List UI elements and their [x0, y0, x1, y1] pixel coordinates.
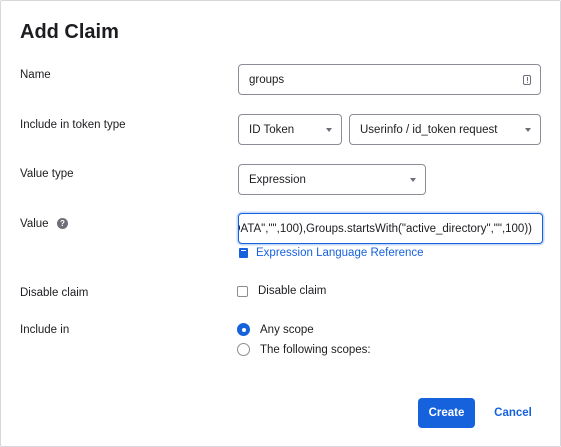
create-button[interactable]: Create: [418, 398, 475, 428]
include-in-label: Include in: [20, 324, 70, 336]
expression-language-reference-label: Expression Language Reference: [256, 247, 424, 259]
value-type-label: Value type: [20, 168, 74, 180]
disable-claim-label: Disable claim: [20, 287, 89, 299]
radio-any-scope-label[interactable]: Any scope: [260, 324, 314, 336]
value-type-select-value: Expression: [249, 173, 306, 186]
expression-language-reference-link[interactable]: Expression Language Reference: [239, 247, 424, 259]
name-input[interactable]: groups: [238, 64, 541, 95]
token-type-select-value: ID Token: [249, 123, 295, 136]
name-input-value: groups: [249, 73, 285, 86]
help-icon[interactable]: ?: [57, 218, 68, 229]
disable-claim-checkbox[interactable]: [237, 285, 248, 297]
radio-following-scopes[interactable]: The following scopes:: [237, 343, 371, 356]
radio-following-scopes-label[interactable]: The following scopes:: [260, 344, 371, 356]
chevron-down-icon: [525, 127, 531, 132]
cancel-button[interactable]: Cancel: [488, 398, 538, 428]
chevron-down-icon: [410, 177, 416, 182]
value-type-select[interactable]: Expression: [238, 164, 426, 195]
request-type-select-value: Userinfo / id_token request: [360, 123, 498, 136]
value-expression-input[interactable]: "DATA","",100),Groups.startsWith("active…: [238, 213, 543, 244]
disable-claim-checkbox-label[interactable]: Disable claim: [258, 285, 326, 297]
radio-following-scopes-button[interactable]: [237, 343, 250, 356]
value-label: Value: [20, 218, 49, 230]
add-claim-dialog: Add Claim Name groups Include in token t…: [0, 0, 561, 447]
book-icon: [239, 248, 248, 258]
value-expression-text: "DATA","",100),Groups.startsWith("active…: [238, 222, 532, 235]
radio-any-scope-button[interactable]: [237, 323, 250, 336]
name-label: Name: [20, 69, 51, 81]
dialog-title: Add Claim: [20, 21, 119, 43]
password-manager-icon[interactable]: [523, 74, 531, 85]
chevron-down-icon: [326, 127, 332, 132]
token-type-label: Include in token type: [20, 119, 126, 131]
request-type-select[interactable]: Userinfo / id_token request: [349, 114, 541, 145]
disable-claim-checkbox-row[interactable]: Disable claim: [237, 285, 326, 297]
radio-any-scope[interactable]: Any scope: [237, 323, 314, 336]
token-type-select[interactable]: ID Token: [238, 114, 342, 145]
